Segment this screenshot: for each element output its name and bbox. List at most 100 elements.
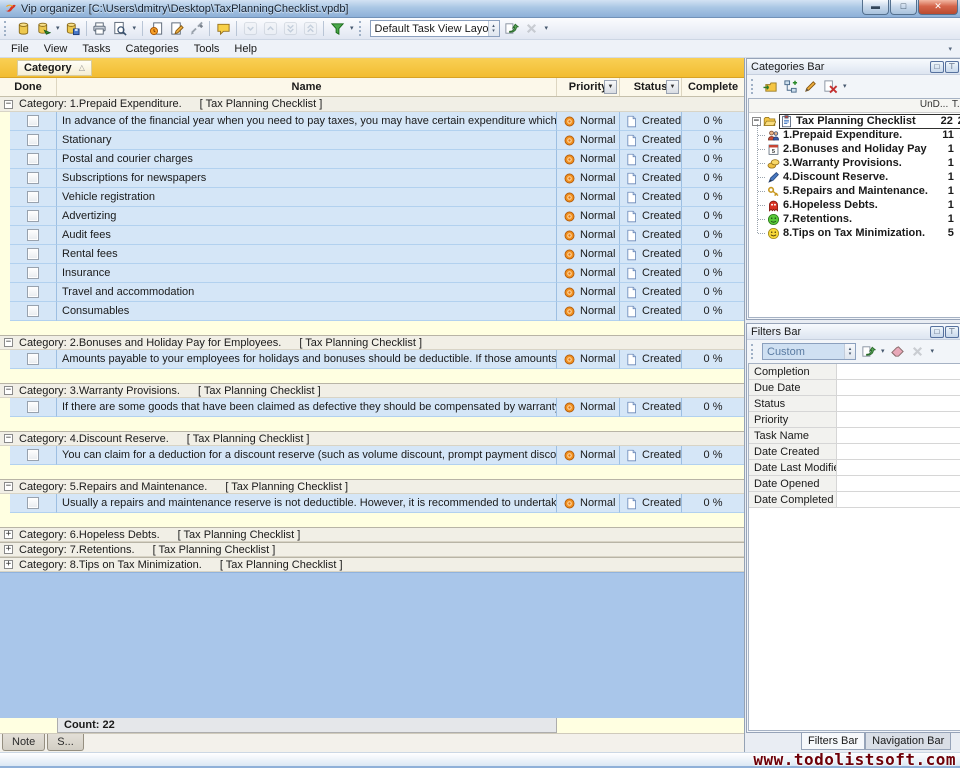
task-checkbox[interactable]: [27, 305, 39, 317]
preset-combo[interactable]: Custom▴▾: [762, 343, 856, 360]
filter-value[interactable]: [837, 428, 960, 443]
group-by-category-button[interactable]: Category △: [17, 60, 92, 76]
category-tree-item[interactable]: 8.Tips on Tax Minimization.55: [749, 226, 960, 240]
move-up-button[interactable]: [260, 19, 280, 38]
panel-maximize-icon[interactable]: □: [930, 326, 944, 338]
comment-button[interactable]: [213, 19, 233, 38]
dropdown-caret-icon[interactable]: ▾: [840, 78, 850, 96]
category-tree-item[interactable]: 4.Discount Reserve.11: [749, 170, 960, 184]
collapse-icon[interactable]: −: [4, 338, 13, 347]
group-header-row[interactable]: −Category: 3.Warranty Provisions.[ Tax P…: [0, 383, 744, 398]
dropdown-caret-icon[interactable]: ▾: [130, 20, 140, 38]
cat-new-button[interactable]: [760, 77, 780, 96]
print-preview-button[interactable]: [110, 19, 130, 38]
column-header-name[interactable]: Name: [57, 78, 557, 96]
category-tree-item[interactable]: 6.Hopeless Debts.11: [749, 198, 960, 212]
move-down-button[interactable]: [240, 19, 260, 38]
eraser-button[interactable]: [888, 342, 908, 361]
column-filter-dropdown[interactable]: ▼: [666, 80, 679, 94]
task-row[interactable]: AdvertizingNormalCreated0 %: [0, 207, 744, 226]
menu-categories[interactable]: Categories: [119, 41, 187, 57]
dropdown-caret-icon[interactable]: ▾: [542, 20, 552, 38]
group-header-row[interactable]: −Category: 2.Bonuses and Holiday Pay for…: [0, 335, 744, 350]
print-button[interactable]: [90, 19, 110, 38]
column-total[interactable]: T...: [952, 99, 960, 112]
task-checkbox[interactable]: [27, 401, 39, 413]
group-header-row[interactable]: +Category: 7.Retentions.[ Tax Planning C…: [0, 542, 744, 557]
group-header-row[interactable]: −Category: 5.Repairs and Maintenance.[ T…: [0, 479, 744, 494]
filter-value[interactable]: [837, 364, 960, 379]
group-header-row[interactable]: +Category: 8.Tips on Tax Minimization.[ …: [0, 557, 744, 572]
panel-maximize-icon[interactable]: □: [930, 61, 944, 73]
minimize-button[interactable]: ▬: [862, 0, 889, 15]
task-row[interactable]: StationaryNormalCreated0 %: [0, 131, 744, 150]
preset-combo-spinner[interactable]: ▴▾: [844, 344, 855, 359]
filter-value[interactable]: [837, 396, 960, 411]
category-tree-item[interactable]: 52.Bonuses and Holiday Pay11: [749, 142, 960, 156]
group-header-row[interactable]: −Category: 4.Discount Reserve.[ Tax Plan…: [0, 431, 744, 446]
collapse-icon[interactable]: −: [4, 434, 13, 443]
menu-tasks[interactable]: Tasks: [75, 41, 118, 57]
category-tree-root[interactable]: −Tax Planning Checklist2222: [749, 114, 960, 128]
apply-layout-button[interactable]: [502, 19, 522, 38]
cat-edit-button[interactable]: [800, 77, 820, 96]
task-checkbox[interactable]: [27, 191, 39, 203]
dropdown-caret-icon[interactable]: ▾: [347, 20, 357, 38]
collapse-icon[interactable]: −: [4, 100, 13, 109]
save-database-button[interactable]: [63, 19, 83, 38]
cat-delete-button[interactable]: [820, 77, 840, 96]
group-header-row[interactable]: +Category: 6.Hopeless Debts.[ Tax Planni…: [0, 527, 744, 542]
panel-tab-note[interactable]: Note: [2, 734, 45, 751]
task-checkbox[interactable]: [27, 248, 39, 260]
task-row[interactable]: You can claim for a deduction for a disc…: [0, 446, 744, 465]
task-row[interactable]: Usually a repairs and maintenance reserv…: [0, 494, 744, 513]
menu-file[interactable]: File: [4, 41, 37, 57]
menu-help[interactable]: Help: [227, 41, 265, 57]
task-checkbox[interactable]: [27, 210, 39, 222]
dropdown-caret-icon[interactable]: ▾: [928, 343, 938, 361]
task-checkbox[interactable]: [27, 134, 39, 146]
move-top-button[interactable]: [300, 19, 320, 38]
column-undone[interactable]: UnD...: [920, 99, 952, 112]
move-bottom-button[interactable]: [280, 19, 300, 38]
group-header-row[interactable]: −Category: 1.Prepaid Expenditure.[ Tax P…: [0, 97, 744, 112]
task-row[interactable]: Postal and courier chargesNormalCreated0…: [0, 150, 744, 169]
dropdown-caret-icon[interactable]: ▾: [878, 343, 888, 361]
task-checkbox[interactable]: [27, 115, 39, 127]
task-row[interactable]: Travel and accommodationNormalCreated0 %: [0, 283, 744, 302]
maximize-button[interactable]: □: [890, 0, 917, 15]
new-database-button[interactable]: [13, 19, 33, 38]
task-row[interactable]: Rental feesNormalCreated0 %: [0, 245, 744, 264]
tree-root-body[interactable]: Tax Planning Checklist2222: [779, 114, 960, 129]
panel-tab-s[interactable]: S...: [47, 734, 84, 751]
task-checkbox[interactable]: [27, 267, 39, 279]
filter-value[interactable]: [837, 380, 960, 395]
task-row[interactable]: In advance of the financial year when yo…: [0, 112, 744, 131]
menu-tools[interactable]: Tools: [187, 41, 228, 57]
filter-value[interactable]: [837, 412, 960, 427]
task-row[interactable]: InsuranceNormalCreated0 %: [0, 264, 744, 283]
category-tree-item[interactable]: 3.Warranty Provisions.11: [749, 156, 960, 170]
expand-icon[interactable]: +: [4, 560, 13, 569]
category-tree-item[interactable]: 7.Retentions.11: [749, 212, 960, 226]
collapse-icon[interactable]: −: [4, 482, 13, 491]
column-filter-dropdown[interactable]: ▼: [604, 80, 617, 94]
column-header-done[interactable]: Done: [0, 78, 57, 96]
delete-x-button[interactable]: [522, 19, 542, 38]
panel-tab-navigationbar[interactable]: Navigation Bar: [865, 733, 951, 750]
task-checkbox[interactable]: [27, 153, 39, 165]
task-checkbox[interactable]: [27, 497, 39, 509]
filter-value[interactable]: [837, 444, 960, 459]
new-task-button[interactable]: [146, 19, 166, 38]
task-row[interactable]: Subscriptions for newspapersNormalCreate…: [0, 169, 744, 188]
cat-sub-button[interactable]: [780, 77, 800, 96]
collapse-icon[interactable]: −: [4, 386, 13, 395]
task-row[interactable]: If there are some goods that have been c…: [0, 398, 744, 417]
expand-icon[interactable]: +: [4, 545, 13, 554]
tools-button[interactable]: [186, 19, 206, 38]
category-tree-item[interactable]: 1.Prepaid Expenditure.1111: [749, 128, 960, 142]
dropdown-caret-icon[interactable]: ▾: [53, 20, 63, 38]
layout-combo[interactable]: Default Task View Layout▴▾: [370, 20, 500, 37]
open-database-button[interactable]: [33, 19, 53, 38]
task-row[interactable]: Amounts payable to your employees for ho…: [0, 350, 744, 369]
